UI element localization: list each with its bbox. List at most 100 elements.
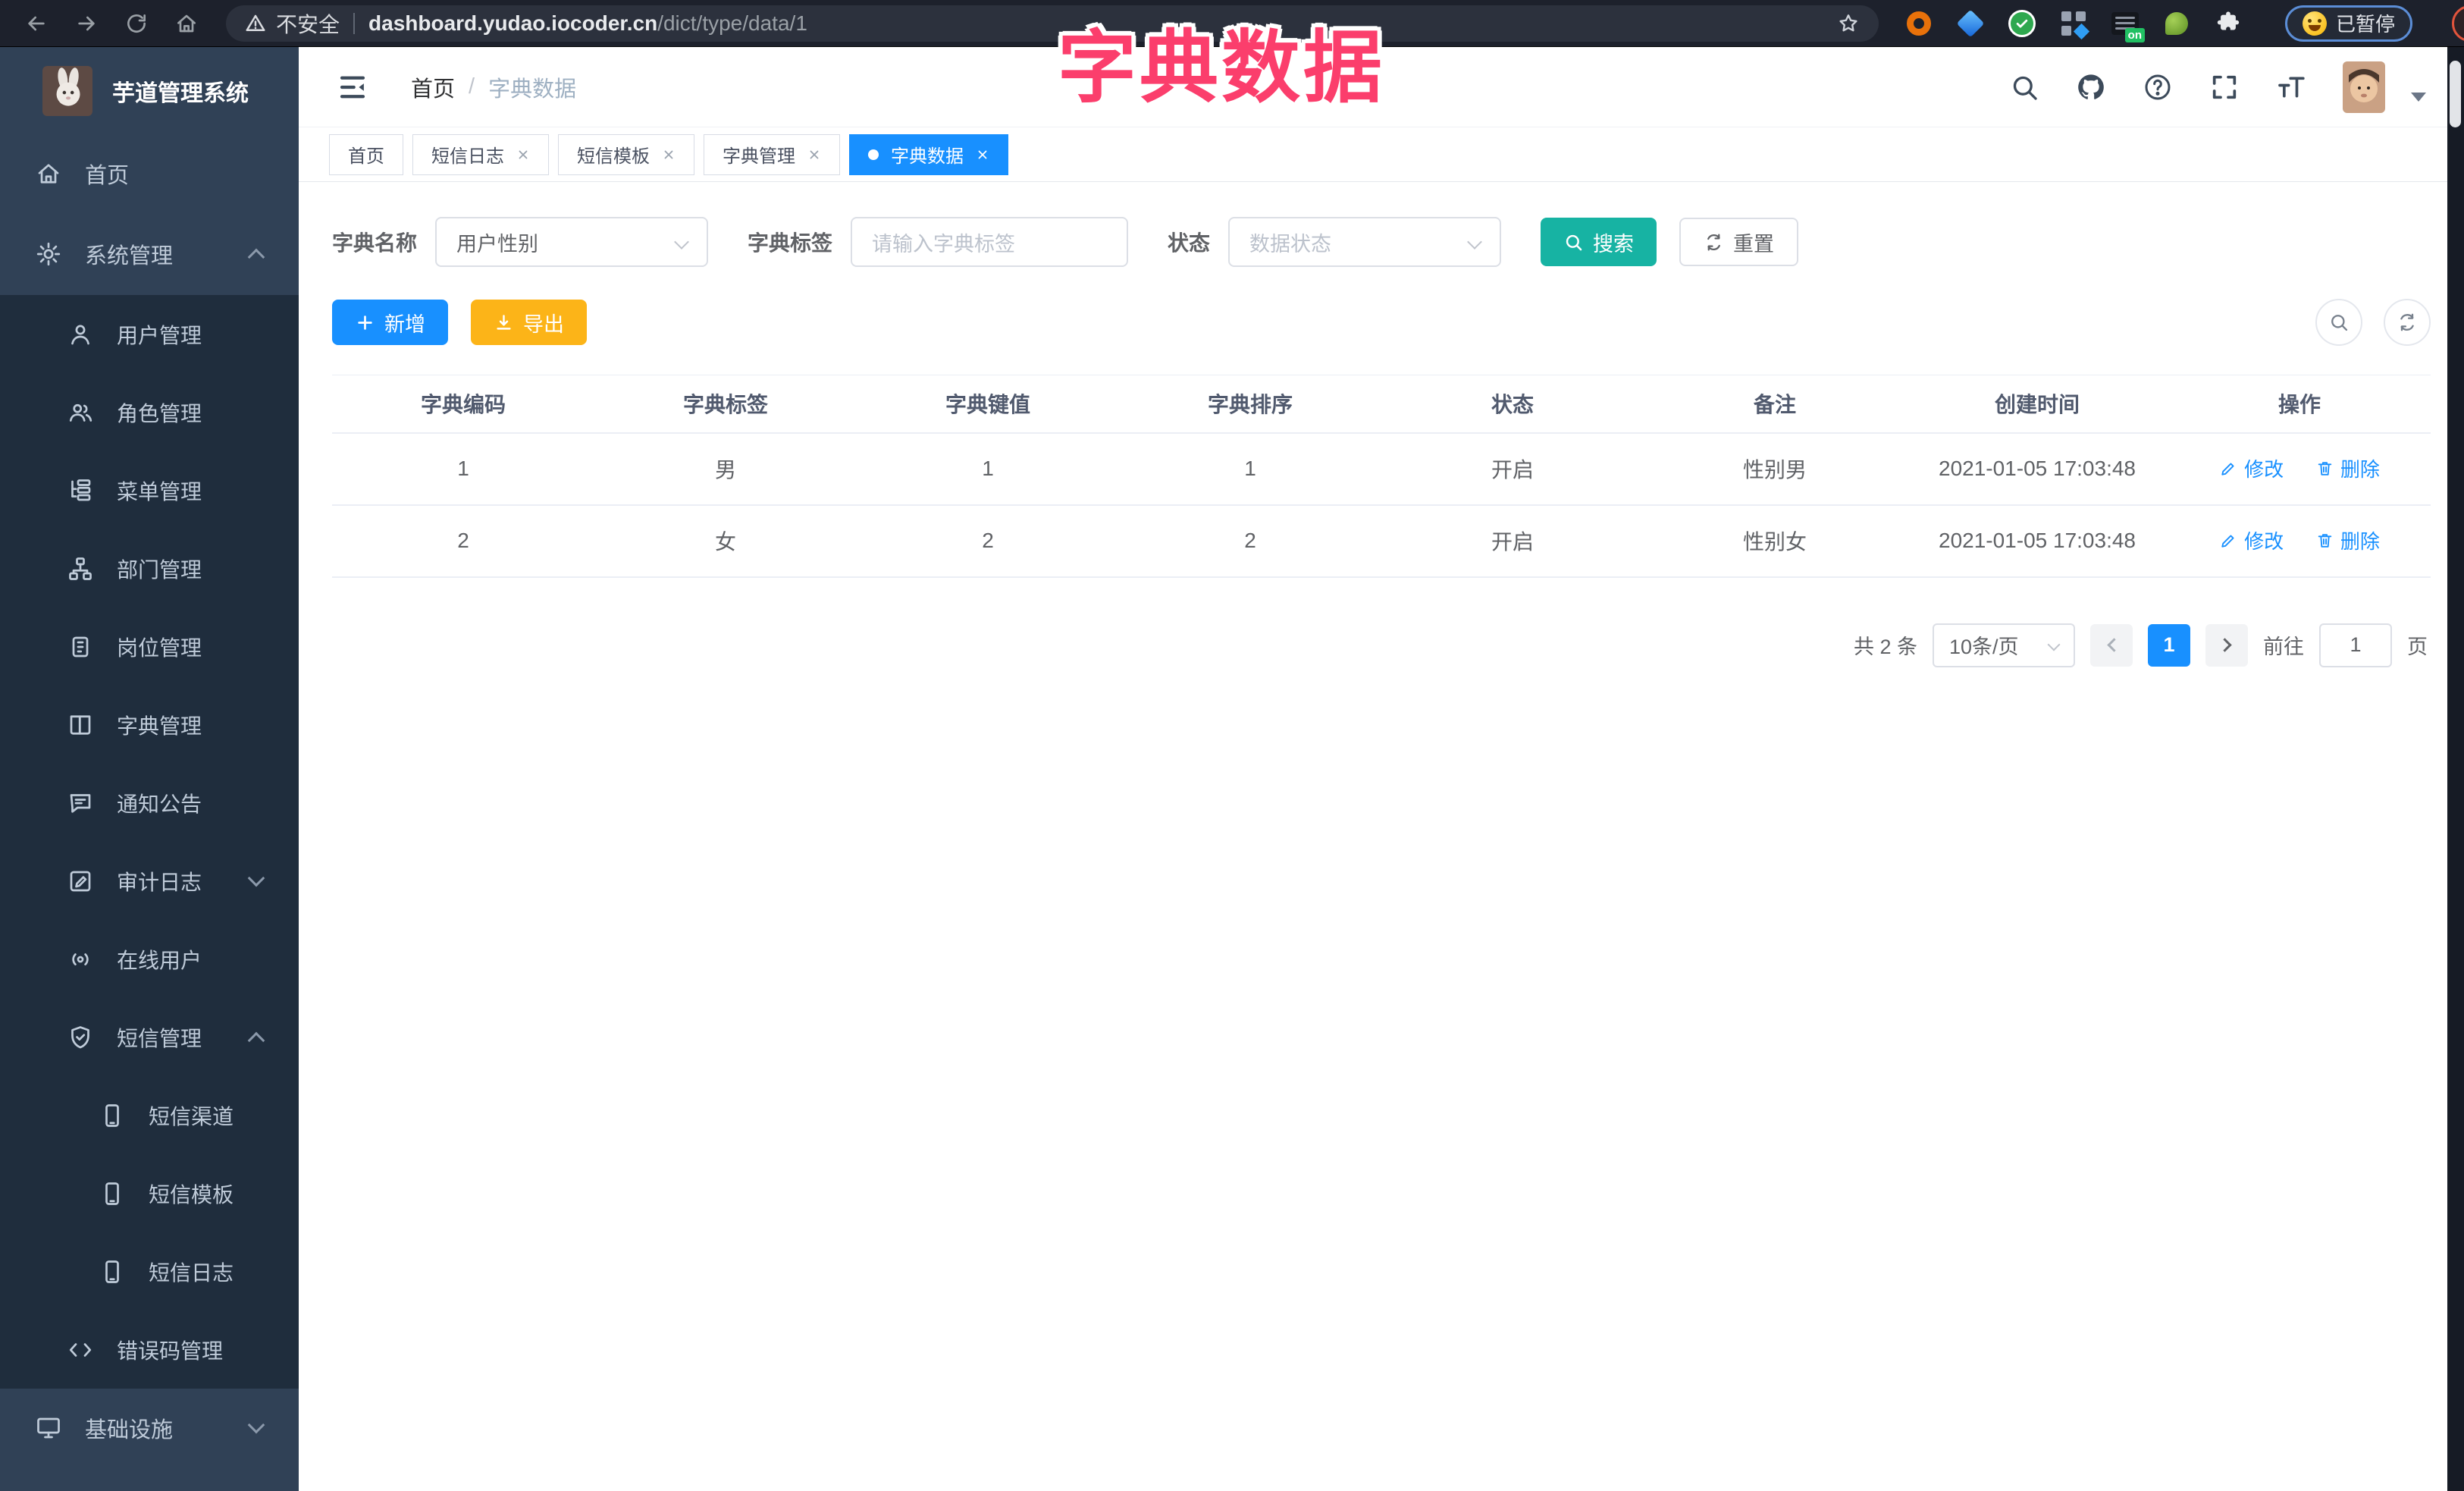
insecure-warning-icon: [246, 14, 265, 31]
browser-reload-button[interactable]: [120, 7, 153, 40]
edit-link[interactable]: 修改: [2219, 526, 2284, 554]
dict-name-select[interactable]: 用户性别: [435, 217, 709, 267]
sidebar-item-menu-mgmt[interactable]: 菜单管理: [0, 451, 299, 529]
tab-home[interactable]: 首页: [329, 133, 403, 175]
fullscreen-icon[interactable]: [2209, 72, 2240, 102]
paused-label: 已暂停: [2336, 13, 2396, 36]
add-button[interactable]: 新增: [332, 300, 448, 345]
browser-update-button[interactable]: 更新: [2452, 5, 2464, 42]
sidebar-item-dept-mgmt[interactable]: 部门管理: [0, 529, 299, 607]
vertical-scrollbar[interactable]: [2447, 47, 2464, 1491]
extension-blue-gem-icon[interactable]: [1956, 9, 1985, 38]
chevron-down-icon: [247, 1416, 265, 1433]
sidebar-item-audit-log[interactable]: 审计日志: [0, 842, 299, 920]
sidebar-item-role-mgmt[interactable]: 角色管理: [0, 373, 299, 451]
extension-green-check-icon[interactable]: [2008, 9, 2036, 38]
sidebar-item-sms-template[interactable]: 短信模板: [0, 1154, 299, 1232]
code-icon: [69, 1342, 92, 1357]
sidebar-item-error-code[interactable]: 错误码管理: [0, 1311, 299, 1389]
close-icon[interactable]: [976, 148, 989, 162]
sidebar-item-dict-mgmt[interactable]: 字典管理: [0, 686, 299, 764]
github-icon[interactable]: [2076, 72, 2106, 102]
sidebar-item-sms-channel[interactable]: 短信渠道: [0, 1076, 299, 1154]
audit-log-icon: [70, 871, 91, 891]
status-select[interactable]: 数据状态: [1228, 217, 1502, 267]
extension-orange-ring-icon[interactable]: [1904, 9, 1933, 38]
search-button[interactable]: 搜索: [1541, 218, 1657, 266]
user-avatar[interactable]: [2343, 61, 2385, 113]
active-tab-dot: [868, 149, 879, 160]
browser-back-button[interactable]: [20, 7, 53, 40]
delete-link[interactable]: 删除: [2315, 454, 2380, 482]
pagination: 共 2 条 10条/页 1 前往 1 页: [332, 623, 2431, 667]
sidebar-item-sms-mgmt[interactable]: 短信管理: [0, 998, 299, 1076]
tab-sms-template[interactable]: 短信模板: [558, 133, 694, 175]
breadcrumb-home[interactable]: 首页: [411, 71, 455, 103]
extension-grid-icon[interactable]: [2059, 9, 2090, 39]
font-size-icon[interactable]: [2276, 72, 2306, 102]
table-refresh-button[interactable]: [2384, 299, 2431, 346]
goto-label: 前往: [2263, 636, 2304, 658]
security-label[interactable]: 不安全: [276, 8, 340, 39]
help-icon[interactable]: [2143, 72, 2173, 102]
tab-dict-data[interactable]: 字典数据: [849, 133, 1008, 175]
goto-page-input[interactable]: 1: [2319, 623, 2392, 667]
tab-dict-mgmt[interactable]: 字典管理: [704, 133, 840, 175]
address-bar[interactable]: 不安全 dashboard.yudao.iocoder.cn /dict/typ…: [226, 5, 1879, 42]
prev-page-button[interactable]: [2090, 623, 2133, 667]
table-search-toggle-button[interactable]: [2315, 299, 2362, 346]
sidebar-collapse-icon[interactable]: [337, 71, 368, 103]
home-icon: [38, 163, 59, 184]
tab-sms-log[interactable]: 短信日志: [412, 133, 549, 175]
user-icon: [71, 325, 89, 344]
sidebar-item-label: 短信渠道: [149, 1104, 234, 1128]
browser-home-button[interactable]: [170, 7, 203, 40]
sidebar-item-sms-log[interactable]: 短信日志: [0, 1232, 299, 1311]
close-icon[interactable]: [807, 148, 821, 162]
extension-toolbar: on 已暂停 更新: [1904, 5, 2464, 42]
page-watermark-title: 字典数据: [1058, 24, 1386, 112]
sidebar-item-online-users[interactable]: 在线用户: [0, 920, 299, 998]
col-status: 状态: [1381, 375, 1644, 434]
search-icon[interactable]: [2009, 72, 2039, 102]
dict-tag-input[interactable]: 请输入字典标签: [851, 217, 1129, 267]
edit-link[interactable]: 修改: [2219, 454, 2284, 482]
app-logo-row[interactable]: 芋道管理系统: [0, 47, 299, 134]
reset-button[interactable]: 重置: [1679, 218, 1799, 266]
extension-on-badge-icon[interactable]: on: [2111, 9, 2145, 42]
status-value: 开启: [1381, 504, 1644, 578]
extensions-puzzle-icon[interactable]: [2214, 9, 2243, 38]
sidebar-item-notice[interactable]: 通知公告: [0, 764, 299, 842]
refresh-icon: [2400, 313, 2414, 331]
browser-forward-button[interactable]: [70, 7, 103, 40]
chevron-down-icon: [674, 234, 689, 250]
table-row[interactable]: 1 男 1 1 开启 性别男 2021-01-05 17:03:48 修改 删除: [332, 432, 2431, 506]
sidebar-item-user-mgmt[interactable]: 用户管理: [0, 295, 299, 373]
chevron-down-icon: [1467, 234, 1482, 250]
breadcrumb-current: 字典数据: [488, 77, 577, 102]
page-size-select[interactable]: 10条/页: [1933, 623, 2075, 667]
export-button[interactable]: 导出: [471, 300, 587, 345]
chevron-down-icon[interactable]: [2411, 92, 2426, 102]
profile-paused-pill[interactable]: 已暂停: [2285, 5, 2413, 42]
close-icon[interactable]: [516, 148, 530, 162]
monitor-icon: [37, 1417, 60, 1438]
sidebar-item-system-mgmt[interactable]: 系统管理: [0, 212, 299, 295]
sidebar-item-home[interactable]: 首页: [0, 134, 299, 212]
url-path: /dict/type/data/1: [657, 11, 807, 35]
close-icon[interactable]: [662, 148, 676, 162]
chevron-down-icon: [247, 869, 265, 887]
sidebar-item-infrastructure[interactable]: 基础设施: [0, 1389, 299, 1467]
scrollbar-thumb[interactable]: [2450, 61, 2461, 127]
extension-sprout-icon[interactable]: [2162, 9, 2191, 38]
delete-link[interactable]: 删除: [2315, 526, 2380, 554]
sidebar-item-label: 岗位管理: [117, 636, 202, 660]
page-number-current[interactable]: 1: [2148, 623, 2190, 667]
bookmark-star-icon[interactable]: [1836, 11, 1861, 36]
sidebar-item-label: 首页: [85, 163, 130, 188]
sidebar-item-post-mgmt[interactable]: 岗位管理: [0, 607, 299, 686]
sidebar-item-label: 系统管理: [85, 243, 174, 268]
table-row[interactable]: 2 女 2 2 开启 性别女 2021-01-05 17:03:48 修改 删除: [332, 504, 2431, 578]
emoji-avatar-icon: [2303, 11, 2327, 36]
next-page-button[interactable]: [2205, 623, 2248, 667]
